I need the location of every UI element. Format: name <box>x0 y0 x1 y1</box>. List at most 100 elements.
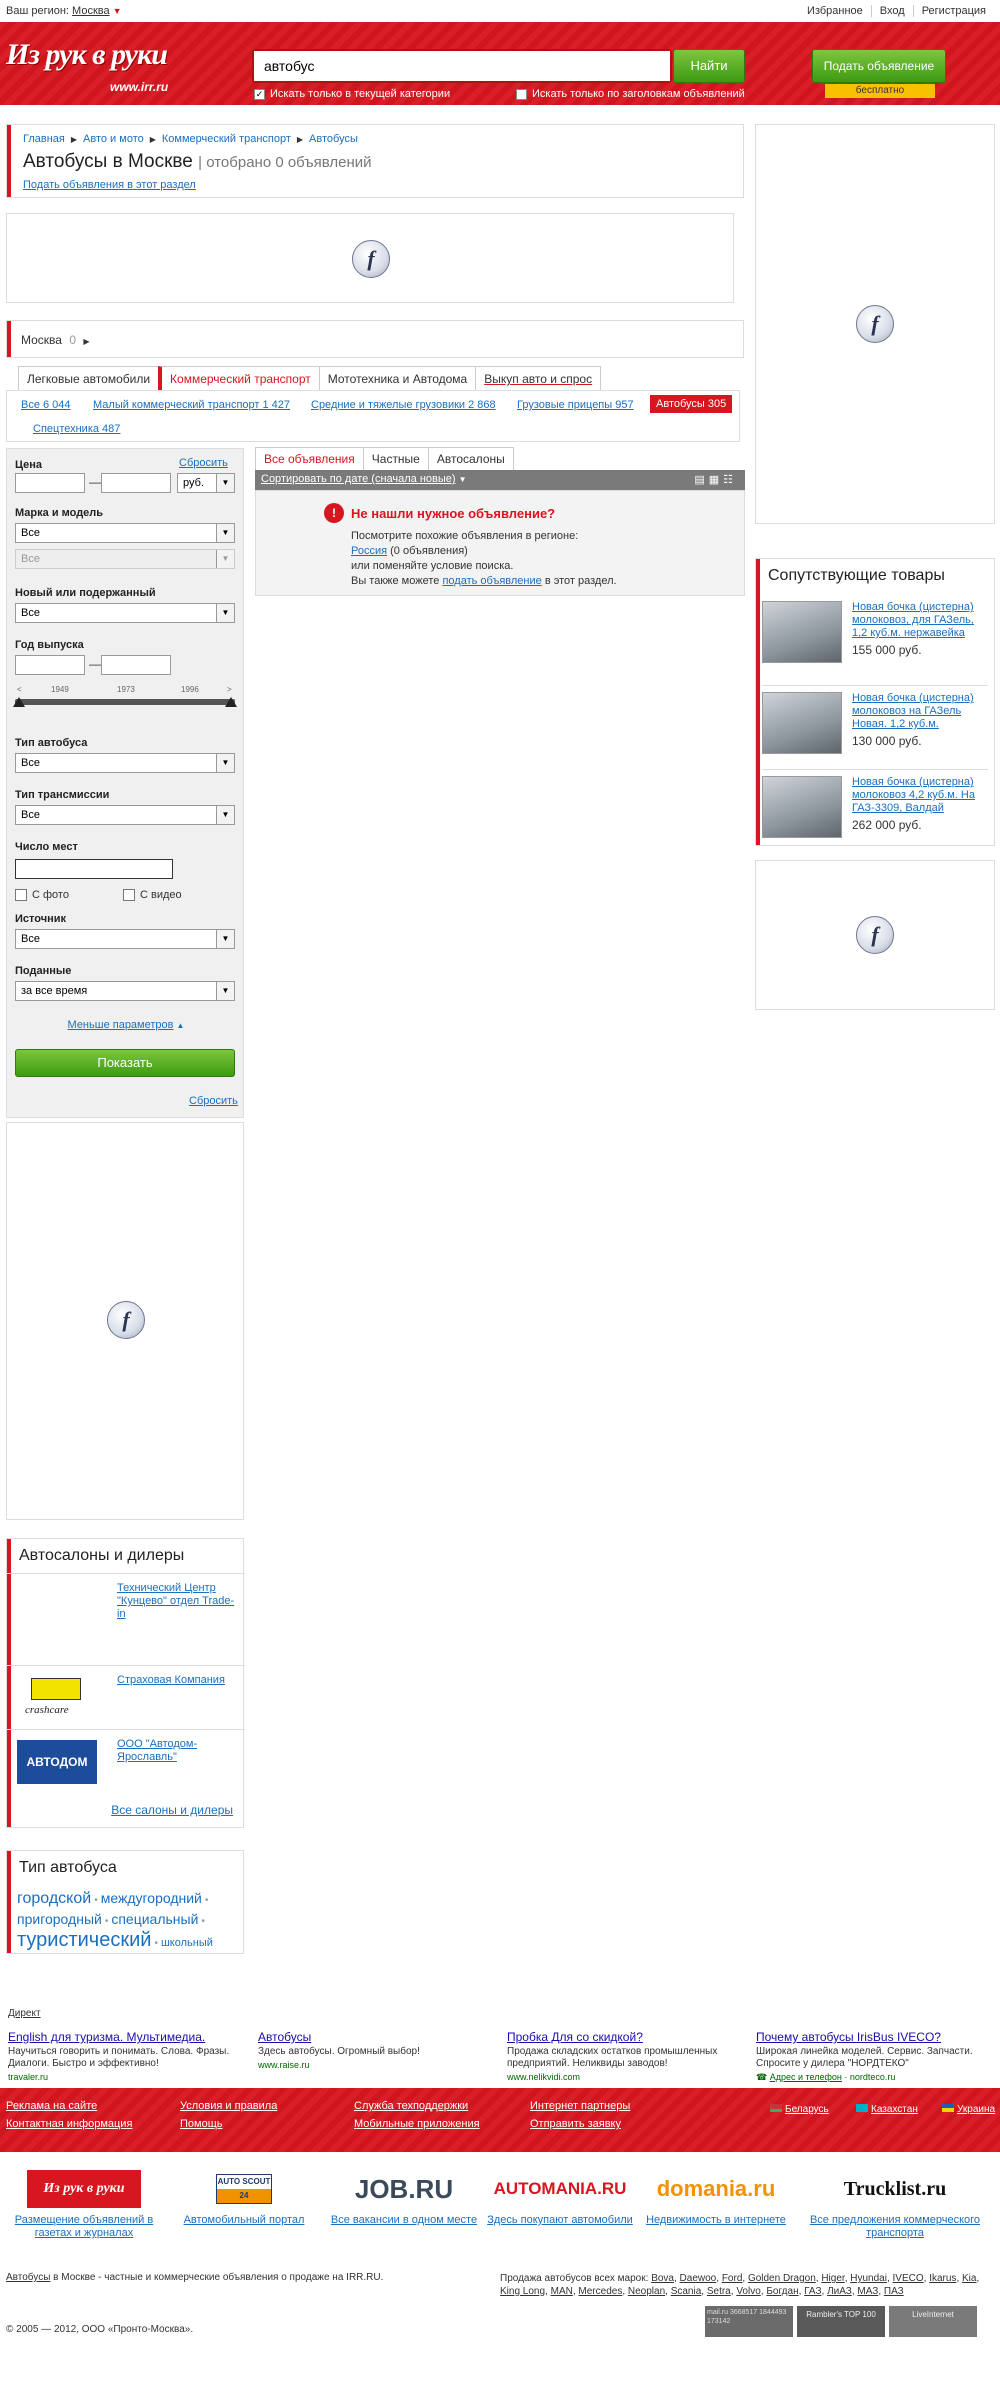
dealer-item[interactable]: АВТОДОМ ООО "Автодом-Ярославль" <box>7 1729 245 1793</box>
brand-link[interactable]: Ikarus <box>929 2273 956 2284</box>
with-video-checkbox[interactable]: С видео <box>123 889 182 901</box>
dealer-link[interactable]: Технический Центр "Кунцево" отдел Trade-… <box>117 1582 237 1621</box>
source-select[interactable]: Все ▼ <box>15 929 235 949</box>
ad-title[interactable]: Автобусы <box>258 2030 488 2044</box>
tag-link[interactable]: пригородный <box>17 1911 102 1927</box>
direct-label[interactable]: Директ <box>8 2008 41 2019</box>
subcategory-link[interactable]: Спецтехника 487 <box>33 423 120 435</box>
tag-link[interactable]: специальный <box>111 1911 198 1927</box>
partner-link[interactable]: Все предложения коммерческого транспорта <box>800 2214 990 2240</box>
ad-site[interactable]: www.nelikvidi.com <box>507 2072 737 2082</box>
subcategory-link[interactable]: Все 6 044 <box>21 399 71 411</box>
ad-site[interactable]: www.raise.ru <box>258 2060 488 2070</box>
partner-item[interactable]: domania.ru Недвижимость в интернете <box>636 2170 796 2227</box>
subcategory-link[interactable]: Грузовые прицепы 957 <box>517 399 634 411</box>
dealer-link[interactable]: ООО "Автодом-Ярославль" <box>117 1738 237 1764</box>
tab-cars[interactable]: Легковые автомобили <box>18 366 160 391</box>
checkbox-icon[interactable] <box>123 889 135 901</box>
currency-select[interactable]: руб. ▼ <box>177 473 235 493</box>
country-ukraine[interactable]: Украина <box>942 2104 995 2115</box>
bus-type-select[interactable]: Все ▼ <box>15 753 235 773</box>
partner-item[interactable]: AUTOMANIA.RU Здесь покупают автомобили <box>480 2170 640 2227</box>
brand-link[interactable]: Kia <box>962 2273 976 2284</box>
brand-link[interactable]: Daewoo <box>680 2273 717 2284</box>
tab-dealers[interactable]: Автосалоны <box>427 447 514 470</box>
footer-link[interactable]: Условия и правила <box>180 2100 277 2112</box>
breadcrumb-item[interactable]: Автобусы <box>309 133 358 145</box>
partner-logo[interactable]: domania.ru <box>636 2170 796 2208</box>
all-dealers-link[interactable]: Все салоны и дилеры <box>111 1803 233 1817</box>
breadcrumb-item[interactable]: Коммерческий транспорт <box>162 133 291 145</box>
ad-site[interactable]: nordteco.ru <box>850 2072 896 2082</box>
counter-rambler[interactable]: Rambler's TOP 100 <box>797 2306 885 2337</box>
search-titles-checkbox[interactable]: Искать только по заголовкам объявлений <box>516 88 745 100</box>
brand-link[interactable]: ГАЗ <box>804 2286 821 2297</box>
footer-link[interactable]: Служба техподдержки <box>354 2100 468 2112</box>
transmission-select[interactable]: Все ▼ <box>15 805 235 825</box>
footer-link[interactable]: Мобильные приложения <box>354 2118 480 2130</box>
flash-plugin-icon[interactable]: f <box>352 240 390 278</box>
footer-link[interactable]: Контактная информация <box>6 2118 132 2130</box>
year-from-input[interactable] <box>15 655 85 675</box>
post-ad-link[interactable]: подать объявление <box>442 575 541 587</box>
brand-link[interactable]: Богдан <box>766 2286 798 2297</box>
chevron-down-icon[interactable]: ▼ <box>113 6 122 16</box>
checkbox-icon[interactable] <box>15 889 27 901</box>
breadcrumb-item[interactable]: Авто и мото <box>83 133 144 145</box>
ad-site[interactable]: travaler.ru <box>8 2072 238 2082</box>
reset-link[interactable]: Сбросить <box>179 457 228 469</box>
condition-select[interactable]: Все ▼ <box>15 603 235 623</box>
subcategory-link[interactable]: Средние и тяжелые грузовики 2 868 <box>311 399 496 411</box>
footer-link[interactable]: Помощь <box>180 2118 223 2130</box>
tag-link[interactable]: школьный <box>161 1937 213 1949</box>
sort-select[interactable]: Сортировать по дате (сначала новые) <box>261 473 456 485</box>
goods-image[interactable] <box>762 601 842 663</box>
partner-item[interactable]: JOB.RU Все вакансии в одном месте <box>324 2170 484 2227</box>
partner-link[interactable]: Все вакансии в одном месте <box>324 2214 484 2227</box>
search-button[interactable]: Найти <box>673 49 745 83</box>
show-results-button[interactable]: Показать <box>15 1049 235 1077</box>
ad-title[interactable]: English для туризма. Мультимедиа. <box>8 2030 238 2044</box>
partner-item[interactable]: Trucklist.ru Все предложения коммерческо… <box>800 2170 990 2240</box>
brand-link[interactable]: Neoplan <box>628 2286 665 2297</box>
tab-buyout[interactable]: Выкуп авто и спрос <box>475 366 602 391</box>
register-link[interactable]: Регистрация <box>912 5 994 17</box>
brand-link[interactable]: IVECO <box>893 2273 924 2284</box>
search-category-checkbox[interactable]: ✓ Искать только в текущей категории <box>254 88 450 100</box>
footer-link[interactable]: Реклама на сайте <box>6 2100 97 2112</box>
goods-title[interactable]: Новая бочка (цистерна) молоковоз 4,2 куб… <box>852 776 988 815</box>
goods-image[interactable] <box>762 776 842 838</box>
partner-link[interactable]: Здесь покупают автомобили <box>480 2214 640 2227</box>
counter-mailru[interactable]: mail.ru 3668517 1844493 173142 <box>705 2306 793 2337</box>
goods-item[interactable]: Новая бочка (цистерна) молоковоз, для ГА… <box>762 601 988 673</box>
ad-item[interactable]: Почему автобусы IrisBus IVECO? Широкая л… <box>756 2030 986 2083</box>
view-mode-icons[interactable]: ▤▦☷ <box>694 473 737 486</box>
seo-link[interactable]: Автобусы <box>6 2272 50 2283</box>
slider-track[interactable] <box>15 699 235 705</box>
brand-link[interactable]: King Long <box>500 2286 545 2297</box>
brand-link[interactable]: Ford <box>722 2273 743 2284</box>
tag-link[interactable]: городской <box>17 1890 91 1907</box>
brand-link[interactable]: MAN <box>551 2286 573 2297</box>
partner-logo[interactable]: Из рук в руки <box>4 2170 164 2208</box>
location-city[interactable]: Москва <box>21 333 62 347</box>
search-input[interactable] <box>254 51 670 81</box>
region-link[interactable]: Россия <box>351 545 387 557</box>
brand-link[interactable]: Mercedes <box>578 2286 622 2297</box>
partner-link[interactable]: Размещение объявлений в газетах и журнал… <box>4 2214 164 2240</box>
ad-item[interactable]: Пробка Для со скидкой? Продажа складских… <box>507 2030 737 2082</box>
location-selector[interactable]: Москва 0 ▶ <box>21 333 90 347</box>
country-belarus[interactable]: Беларусь <box>770 2104 829 2115</box>
flash-plugin-icon[interactable]: f <box>107 1301 145 1339</box>
brand-select[interactable]: Все ▼ <box>15 523 235 543</box>
brand-link[interactable]: Hyundai <box>850 2273 887 2284</box>
dealer-logo[interactable]: crashcare <box>17 1676 97 1720</box>
posted-select[interactable]: за все время ▼ <box>15 981 235 1001</box>
brand-link[interactable]: Higer <box>821 2273 844 2284</box>
price-from-input[interactable] <box>15 473 85 493</box>
post-to-section-link[interactable]: Подать объявления в этот раздел <box>23 179 196 191</box>
tab-all-ads[interactable]: Все объявления <box>255 447 364 470</box>
partner-item[interactable]: AUTO SCOUT 24 Автомобильный портал <box>164 2170 324 2227</box>
brand-link[interactable]: МАЗ <box>857 2286 878 2297</box>
country-label[interactable]: Казахстан <box>871 2104 918 2115</box>
